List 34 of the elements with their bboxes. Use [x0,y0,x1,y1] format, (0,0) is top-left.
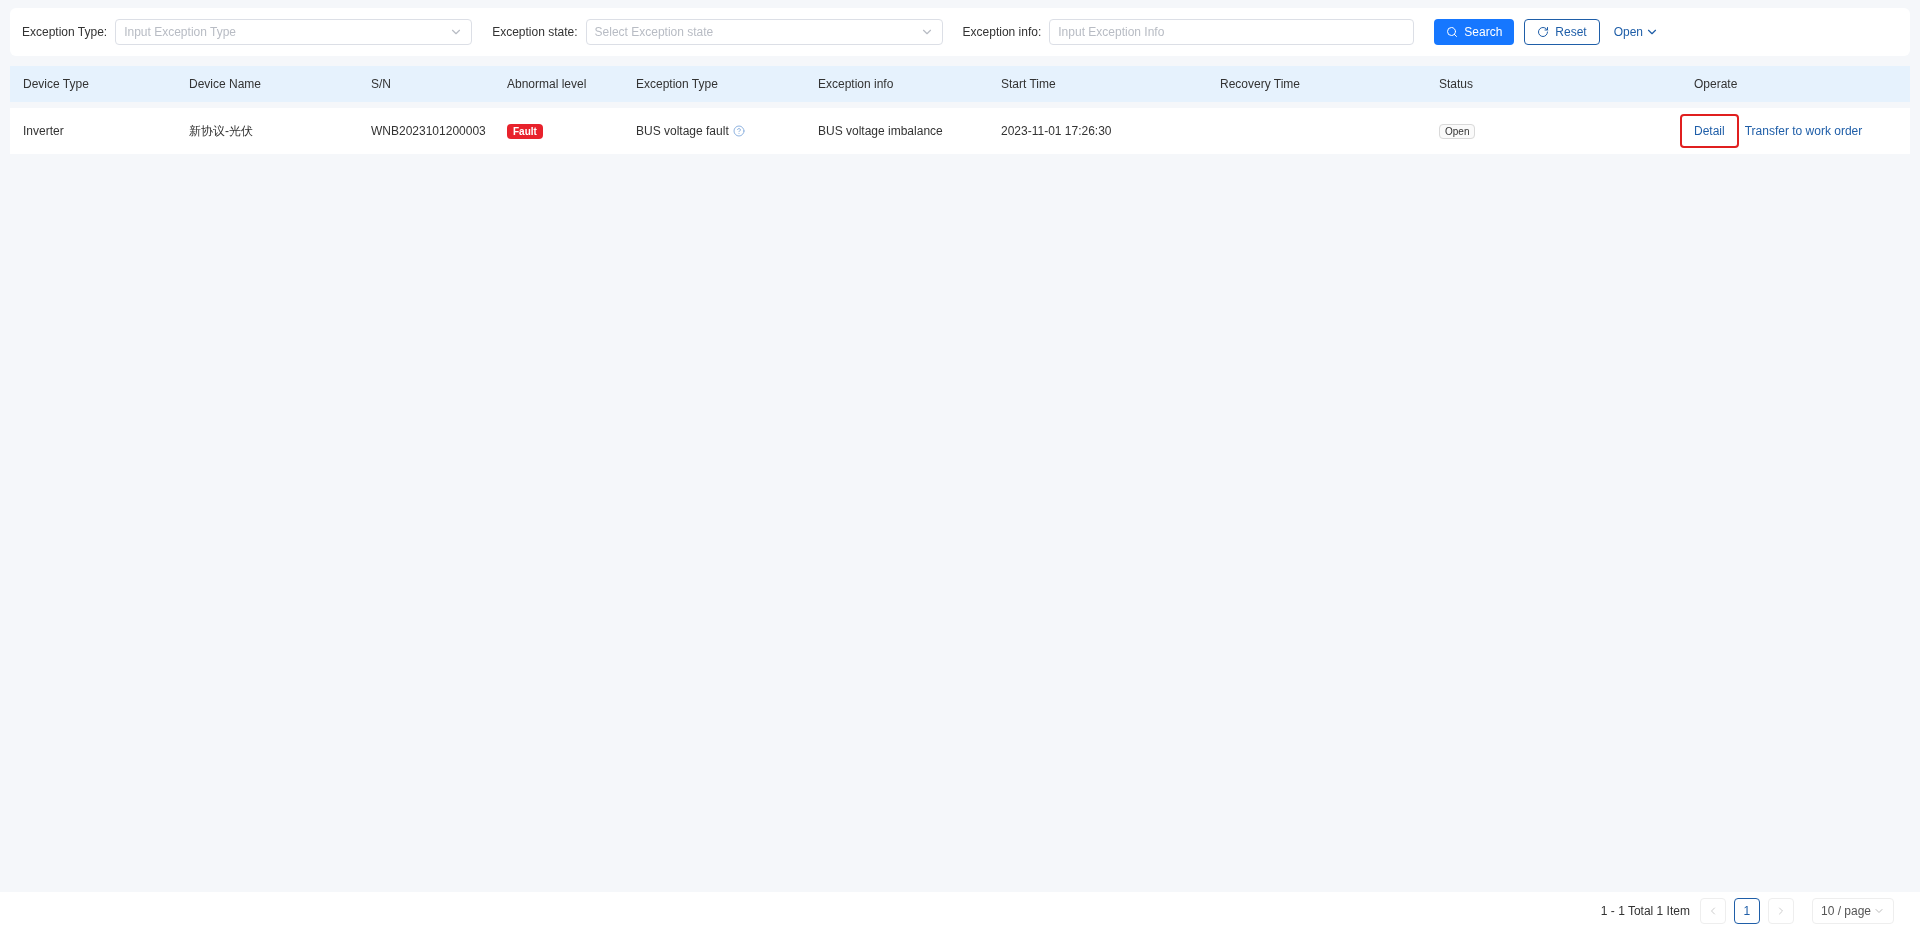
column-header: Exception Type [636,77,718,92]
column-header: Start Time [1001,77,1056,92]
refresh-icon [1537,26,1550,38]
filter-label: Exception Type: [22,24,108,41]
search-button[interactable]: Search [1434,19,1515,45]
column-header: Exception info [818,77,894,92]
action-link[interactable]: Transfer to work order [1744,122,1863,140]
table-cell-text: BUS voltage fault [636,123,729,140]
action-link[interactable]: Detail [1680,114,1739,148]
column-header: Status [1439,77,1474,92]
column-header: Abnormal level [507,77,587,92]
filter-label: Exception info: [962,24,1042,41]
column-header: Device Name [189,77,262,92]
column-header: Recovery Time [1220,77,1301,92]
column-header: S/N [371,77,391,92]
status-tag: Open [1439,124,1476,139]
page-size-select[interactable]: 10 / page [1811,898,1894,924]
help-icon[interactable] [732,125,745,137]
filter-label: Exception state: [492,24,578,41]
column-header: Operate [1694,77,1738,92]
table-cell: 新协议-光伏 [189,124,253,138]
table-cell: WNB2023101200003 [371,124,486,138]
pagination-summary: 1 - 1 Total 1 Item [1600,903,1690,920]
table-cell: 2023-11-01 17:26:30 [1001,124,1112,138]
page-button[interactable]: 1 [1733,898,1760,924]
reset-button[interactable]: Reset [1524,19,1600,45]
level-tag: Fault [507,124,543,139]
expand-link[interactable]: Open [1613,23,1660,41]
column-header: Device Type [23,77,89,92]
table-cell: Inverter [23,124,64,138]
table-cell: BUS voltage imbalance [818,124,943,138]
next-page-button[interactable] [1767,898,1794,924]
previous-page-button[interactable] [1699,898,1726,924]
search-icon [1446,26,1459,38]
